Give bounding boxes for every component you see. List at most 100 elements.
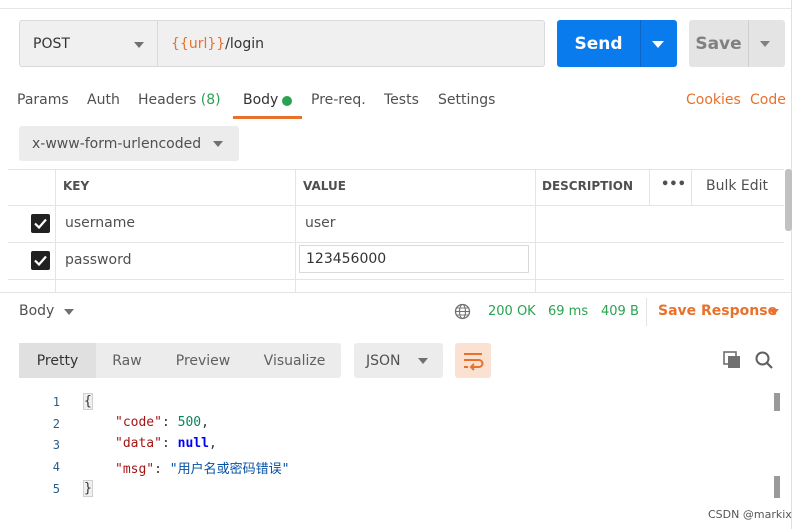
row-key[interactable]: password (65, 252, 131, 268)
cookies-link[interactable]: Cookies (686, 92, 741, 108)
code-scrollbar[interactable] (774, 476, 780, 498)
method-label: POST (33, 35, 70, 52)
row-checkbox[interactable] (31, 214, 50, 233)
chevron-down-icon (213, 141, 223, 147)
checkmark-icon (34, 218, 47, 230)
tab-tests[interactable]: Tests (384, 92, 419, 108)
code-line: "data": null, (115, 436, 217, 451)
body-type-label: x-www-form-urlencoded (32, 135, 202, 152)
row-value: 123456000 (306, 251, 387, 267)
save-response-button[interactable]: Save Response (658, 303, 777, 319)
row-checkbox[interactable] (31, 251, 50, 270)
column-header-description: DESCRIPTION (542, 179, 634, 193)
tab-headers-label: Headers (138, 92, 197, 108)
column-divider (535, 169, 536, 292)
active-tab-underline (233, 116, 302, 119)
json-sep: : (161, 436, 178, 451)
separator (646, 298, 647, 326)
response-divider[interactable] (0, 292, 792, 293)
row-value-input[interactable]: 123456000 (299, 245, 529, 273)
watermark: CSDN @markix (708, 508, 792, 521)
json-key: "msg" (115, 462, 155, 477)
url-path: /login (225, 35, 264, 52)
response-size[interactable]: 409 B (601, 304, 639, 319)
table-scrollbar[interactable] (785, 169, 792, 231)
chevron-down-icon[interactable] (64, 309, 74, 315)
code-line: "code": 500, (115, 415, 209, 430)
chevron-down-icon (134, 42, 144, 48)
response-body-title[interactable]: Body (19, 303, 54, 319)
save-button-group[interactable]: Save (689, 20, 785, 67)
chevron-down-icon[interactable] (769, 309, 779, 315)
table-border (8, 242, 784, 243)
view-tab-raw[interactable]: Raw (96, 343, 158, 378)
line-number: 5 (52, 482, 60, 496)
tab-settings[interactable]: Settings (438, 92, 495, 108)
column-divider (649, 169, 650, 205)
column-header-key: KEY (63, 179, 90, 193)
body-active-dot (282, 96, 292, 106)
wrap-lines-icon (464, 353, 484, 371)
view-tab-preview[interactable]: Preview (158, 343, 248, 378)
save-options-chevron-icon[interactable] (760, 41, 770, 47)
body-type-select[interactable]: x-www-form-urlencoded (19, 126, 239, 161)
row-key[interactable]: username (65, 215, 135, 231)
line-number: 4 (52, 460, 60, 474)
headers-count: (8) (200, 92, 221, 108)
tab-params[interactable]: Params (17, 92, 69, 108)
table-border (8, 205, 784, 206)
column-divider (55, 169, 56, 292)
code-link[interactable]: Code (750, 92, 786, 108)
row-value[interactable]: user (305, 215, 336, 231)
tab-body[interactable]: Body (243, 92, 278, 108)
send-button-group[interactable]: Send (557, 20, 677, 67)
response-time[interactable]: 69 ms (548, 304, 588, 319)
json-value: "用户名或密码错误" (169, 462, 290, 477)
send-divider (640, 20, 641, 67)
table-border-top (8, 169, 784, 170)
json-tail: , (201, 415, 209, 430)
tab-headers[interactable]: Headers (8) (138, 92, 221, 108)
top-border (0, 8, 792, 9)
save-button[interactable]: Save (689, 20, 748, 67)
tab-auth[interactable]: Auth (87, 92, 120, 108)
status-code[interactable]: 200 OK (488, 304, 536, 319)
column-header-value: VALUE (303, 179, 346, 193)
code-brace-close: } (83, 480, 93, 497)
json-value: null (177, 436, 209, 451)
line-number: 2 (52, 417, 60, 431)
column-divider (691, 169, 692, 205)
more-options-icon[interactable]: ••• (661, 177, 686, 192)
copy-icon[interactable] (722, 350, 742, 374)
view-tab-visualize[interactable]: Visualize (248, 343, 341, 378)
format-select[interactable]: JSON (354, 343, 443, 378)
url-input[interactable]: {{url}}/login (157, 20, 545, 67)
right-border (791, 0, 792, 529)
json-sep: : (154, 462, 170, 477)
url-variable: {{url}} (171, 35, 226, 52)
save-divider (748, 20, 749, 67)
line-number: 3 (52, 438, 60, 452)
column-divider (295, 169, 296, 292)
code-line: "msg": "用户名或密码错误" (115, 458, 289, 477)
chevron-down-icon (418, 358, 428, 364)
line-number: 1 (52, 395, 60, 409)
table-border (8, 279, 784, 280)
json-key: "code" (115, 415, 162, 430)
send-button[interactable]: Send (557, 20, 640, 67)
checkmark-icon (34, 255, 47, 267)
code-brace-open: { (83, 393, 93, 410)
method-select[interactable]: POST (19, 20, 157, 67)
view-tab-pretty[interactable]: Pretty (19, 343, 96, 378)
json-key: "data" (115, 436, 162, 451)
code-scrollbar[interactable] (774, 393, 780, 411)
tab-pre-request[interactable]: Pre-req. (311, 92, 366, 108)
search-icon[interactable] (754, 350, 774, 374)
json-tail: , (208, 436, 217, 451)
wrap-lines-button[interactable] (455, 343, 491, 378)
response-view-tabs: Pretty Raw Preview Visualize (19, 343, 341, 378)
globe-icon[interactable] (454, 303, 471, 324)
send-options-chevron-icon[interactable] (652, 41, 664, 48)
bulk-edit-link[interactable]: Bulk Edit (706, 178, 768, 194)
json-sep: : (161, 415, 178, 430)
